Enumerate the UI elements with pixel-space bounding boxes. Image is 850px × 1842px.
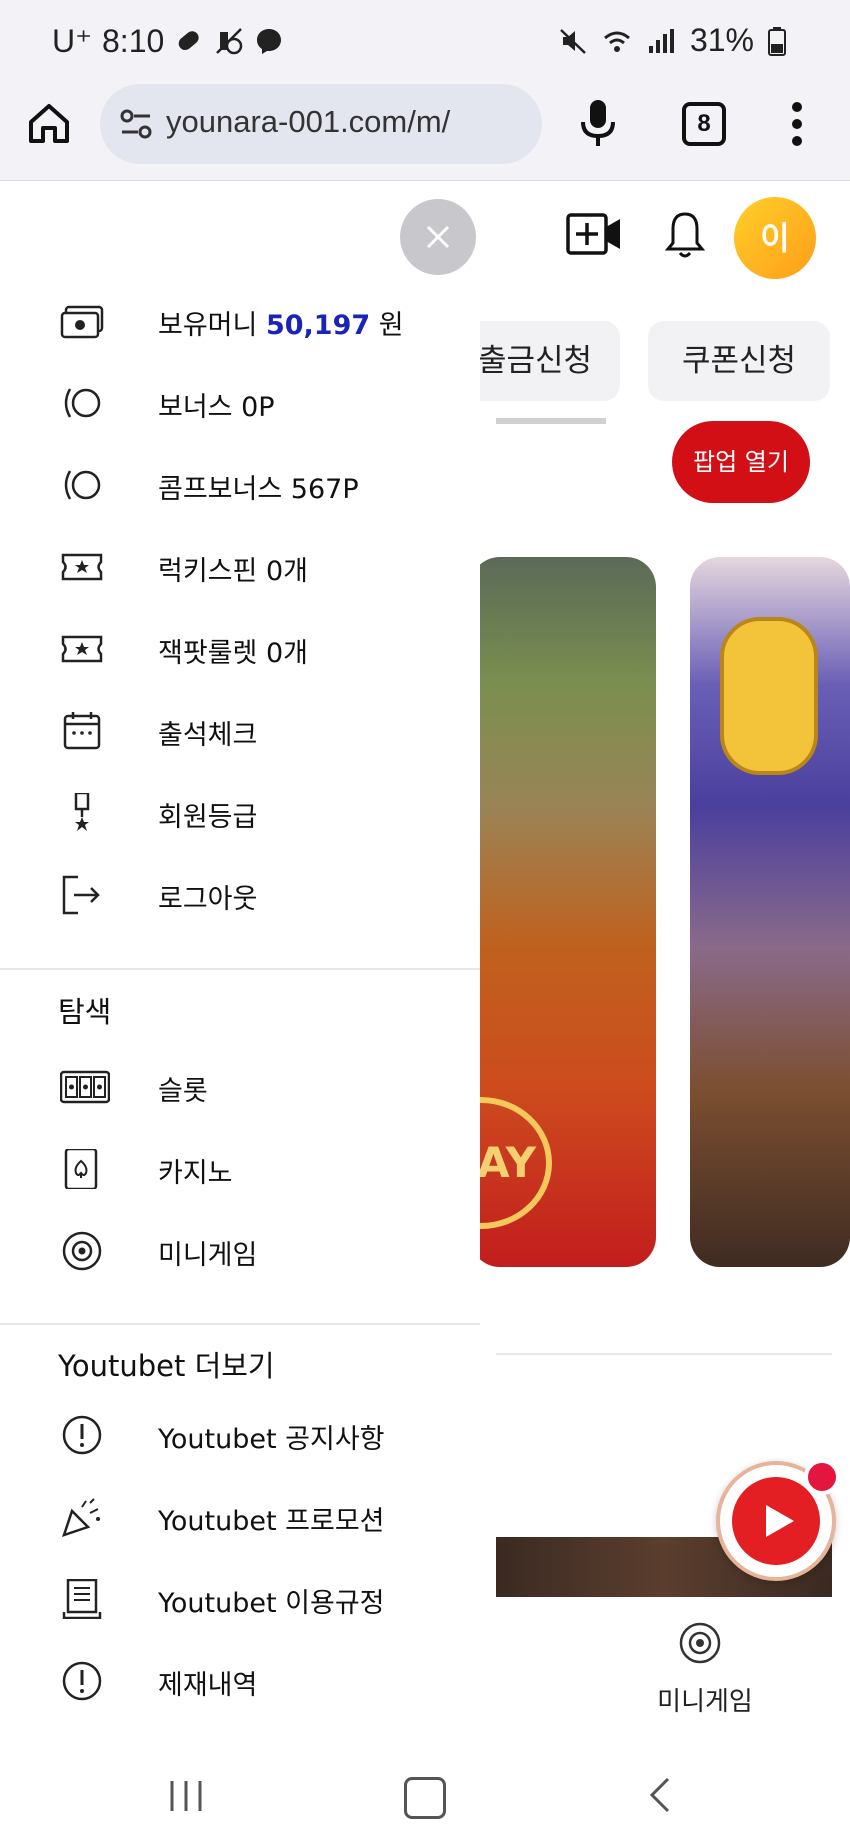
medal-icon bbox=[60, 793, 104, 833]
banner-play-badge: AY bbox=[470, 1097, 552, 1229]
drawer-item-slot[interactable]: 슬롯 bbox=[0, 1047, 480, 1127]
notification-dot bbox=[804, 1459, 840, 1495]
bell-icon[interactable] bbox=[664, 211, 706, 259]
silent-alarm-icon bbox=[214, 26, 244, 56]
drawer-item-label: 미니게임 bbox=[158, 1240, 258, 1271]
wallet-amount: 50,197 bbox=[265, 310, 371, 341]
game-banner[interactable] bbox=[690, 557, 850, 1267]
signal-icon bbox=[646, 26, 676, 56]
drawer-item-jackpot-roulette[interactable]: 잭팟룰렛 0개 bbox=[0, 609, 480, 689]
drawer-item-lucky-spin[interactable]: 럭키스핀 0개 bbox=[0, 527, 480, 607]
wallet-balance-item[interactable]: 보유머니 50,197 원 bbox=[0, 281, 480, 361]
drawer-item-terms[interactable]: Youtubet 이용규정 bbox=[0, 1559, 480, 1639]
wallet-unit: 원 bbox=[378, 310, 404, 341]
bottom-nav-minigame-label[interactable]: 미니게임 bbox=[650, 1681, 760, 1718]
battery-percent: 31% bbox=[689, 22, 754, 58]
drawer-item-bonus[interactable]: 보너스 0P bbox=[0, 363, 480, 443]
banner-character-art bbox=[720, 617, 818, 775]
drawer-item-label: Youtubet 공지사항 bbox=[158, 1424, 385, 1455]
drawer-item-promotion[interactable]: Youtubet 프로모션 bbox=[0, 1477, 480, 1557]
tab-switcher-button[interactable]: 8 bbox=[682, 102, 726, 146]
wallet-label: 보유머니 bbox=[158, 310, 258, 341]
video-add-icon[interactable] bbox=[566, 211, 624, 257]
drawer-item-attendance[interactable]: 출석체크 bbox=[0, 691, 480, 771]
tab-indicator bbox=[496, 418, 606, 424]
drawer-item-notice[interactable]: Youtubet 공지사항 bbox=[0, 1395, 480, 1475]
drawer-item-minigame[interactable]: 미니게임 bbox=[0, 1211, 480, 1291]
document-icon bbox=[60, 1579, 104, 1619]
browser-toolbar: younara-001.com/m/ 8 bbox=[0, 84, 850, 181]
url-text[interactable]: younara-001.com/m/ bbox=[166, 104, 450, 140]
drawer-item-member-grade[interactable]: 회원등급 bbox=[0, 773, 480, 853]
wallet-icon bbox=[60, 301, 104, 341]
slot-icon bbox=[60, 1067, 110, 1107]
more-section-title: Youtubet 더보기 bbox=[58, 1349, 275, 1383]
game-banner[interactable]: AY bbox=[470, 557, 656, 1267]
drawer-divider bbox=[0, 968, 480, 970]
close-icon bbox=[426, 225, 450, 249]
drawer-item-label: 제재내역 bbox=[158, 1670, 258, 1701]
drawer-item-casino[interactable]: 카지노 bbox=[0, 1129, 480, 1209]
drawer-item-label: 콤프보너스 567P bbox=[158, 474, 359, 505]
comp-bonus-icon bbox=[60, 465, 104, 505]
ticket-icon bbox=[60, 629, 104, 669]
drawer-item-label: Youtubet 이용규정 bbox=[158, 1588, 385, 1619]
back-icon[interactable] bbox=[648, 1775, 672, 1815]
calendar-icon bbox=[60, 711, 104, 751]
drawer-item-sanctions[interactable]: 제재내역 bbox=[0, 1641, 480, 1721]
logout-icon bbox=[60, 875, 104, 915]
drawer-item-label: 보너스 0P bbox=[158, 392, 275, 423]
drawer-item-label: 출석체크 bbox=[158, 720, 258, 751]
wifi-icon bbox=[602, 26, 632, 56]
drawer-item-logout[interactable]: 로그아웃 bbox=[0, 855, 480, 935]
messenger-icon bbox=[254, 26, 284, 56]
notice-icon bbox=[60, 1661, 104, 1701]
minigame-icon[interactable] bbox=[678, 1621, 722, 1665]
notice-icon bbox=[60, 1415, 104, 1455]
ticket-icon bbox=[60, 547, 104, 587]
drawer-divider bbox=[0, 1323, 480, 1325]
status-bar: U⁺ 8:10 31% bbox=[0, 0, 850, 84]
address-bar[interactable]: younara-001.com/m/ bbox=[100, 84, 542, 164]
section-divider bbox=[496, 1353, 832, 1355]
drawer-item-label: 슬롯 bbox=[158, 1076, 208, 1107]
drawer-item-label: 로그아웃 bbox=[158, 884, 258, 915]
play-icon bbox=[732, 1477, 820, 1565]
bonus-icon bbox=[60, 383, 104, 423]
battery-icon bbox=[768, 26, 798, 56]
drawer-item-comp-bonus[interactable]: 콤프보너스 567P bbox=[0, 445, 480, 525]
site-settings-icon[interactable] bbox=[118, 106, 154, 142]
drawer-item-label: 카지노 bbox=[158, 1158, 233, 1189]
drawer-item-label: 잭팟룰렛 0개 bbox=[158, 638, 308, 669]
drawer-item-label: 럭키스핀 0개 bbox=[158, 556, 308, 587]
explore-section-title: 탐색 bbox=[58, 995, 112, 1029]
card-icon bbox=[60, 1149, 104, 1189]
system-nav-bar bbox=[0, 1751, 850, 1842]
recents-icon[interactable] bbox=[168, 1779, 204, 1813]
carrier-label: U⁺ bbox=[52, 23, 92, 59]
pill-icon bbox=[174, 26, 204, 56]
home-icon[interactable] bbox=[26, 100, 72, 146]
party-icon bbox=[60, 1497, 104, 1537]
close-drawer-button[interactable] bbox=[400, 199, 476, 275]
open-popup-button[interactable]: 팝업 열기 bbox=[672, 421, 810, 503]
time-label: 8:10 bbox=[102, 22, 165, 59]
coupon-request-chip[interactable]: 쿠폰신청 bbox=[648, 321, 830, 401]
drawer-item-label: 회원등급 bbox=[158, 802, 258, 833]
drawer-item-label: Youtubet 프로모션 bbox=[158, 1506, 385, 1537]
chip-icon bbox=[60, 1231, 104, 1271]
more-menu-icon[interactable] bbox=[790, 100, 804, 148]
side-drawer: 보유머니 50,197 원 보너스 0P 콤프보너스 567P 럭키스핀 0개 … bbox=[0, 181, 480, 1751]
avatar[interactable]: 이 bbox=[734, 197, 816, 279]
youtubet-floating-button[interactable] bbox=[716, 1459, 840, 1581]
mute-icon bbox=[558, 26, 588, 56]
microphone-icon[interactable] bbox=[578, 98, 618, 150]
home-nav-icon[interactable] bbox=[404, 1777, 446, 1819]
